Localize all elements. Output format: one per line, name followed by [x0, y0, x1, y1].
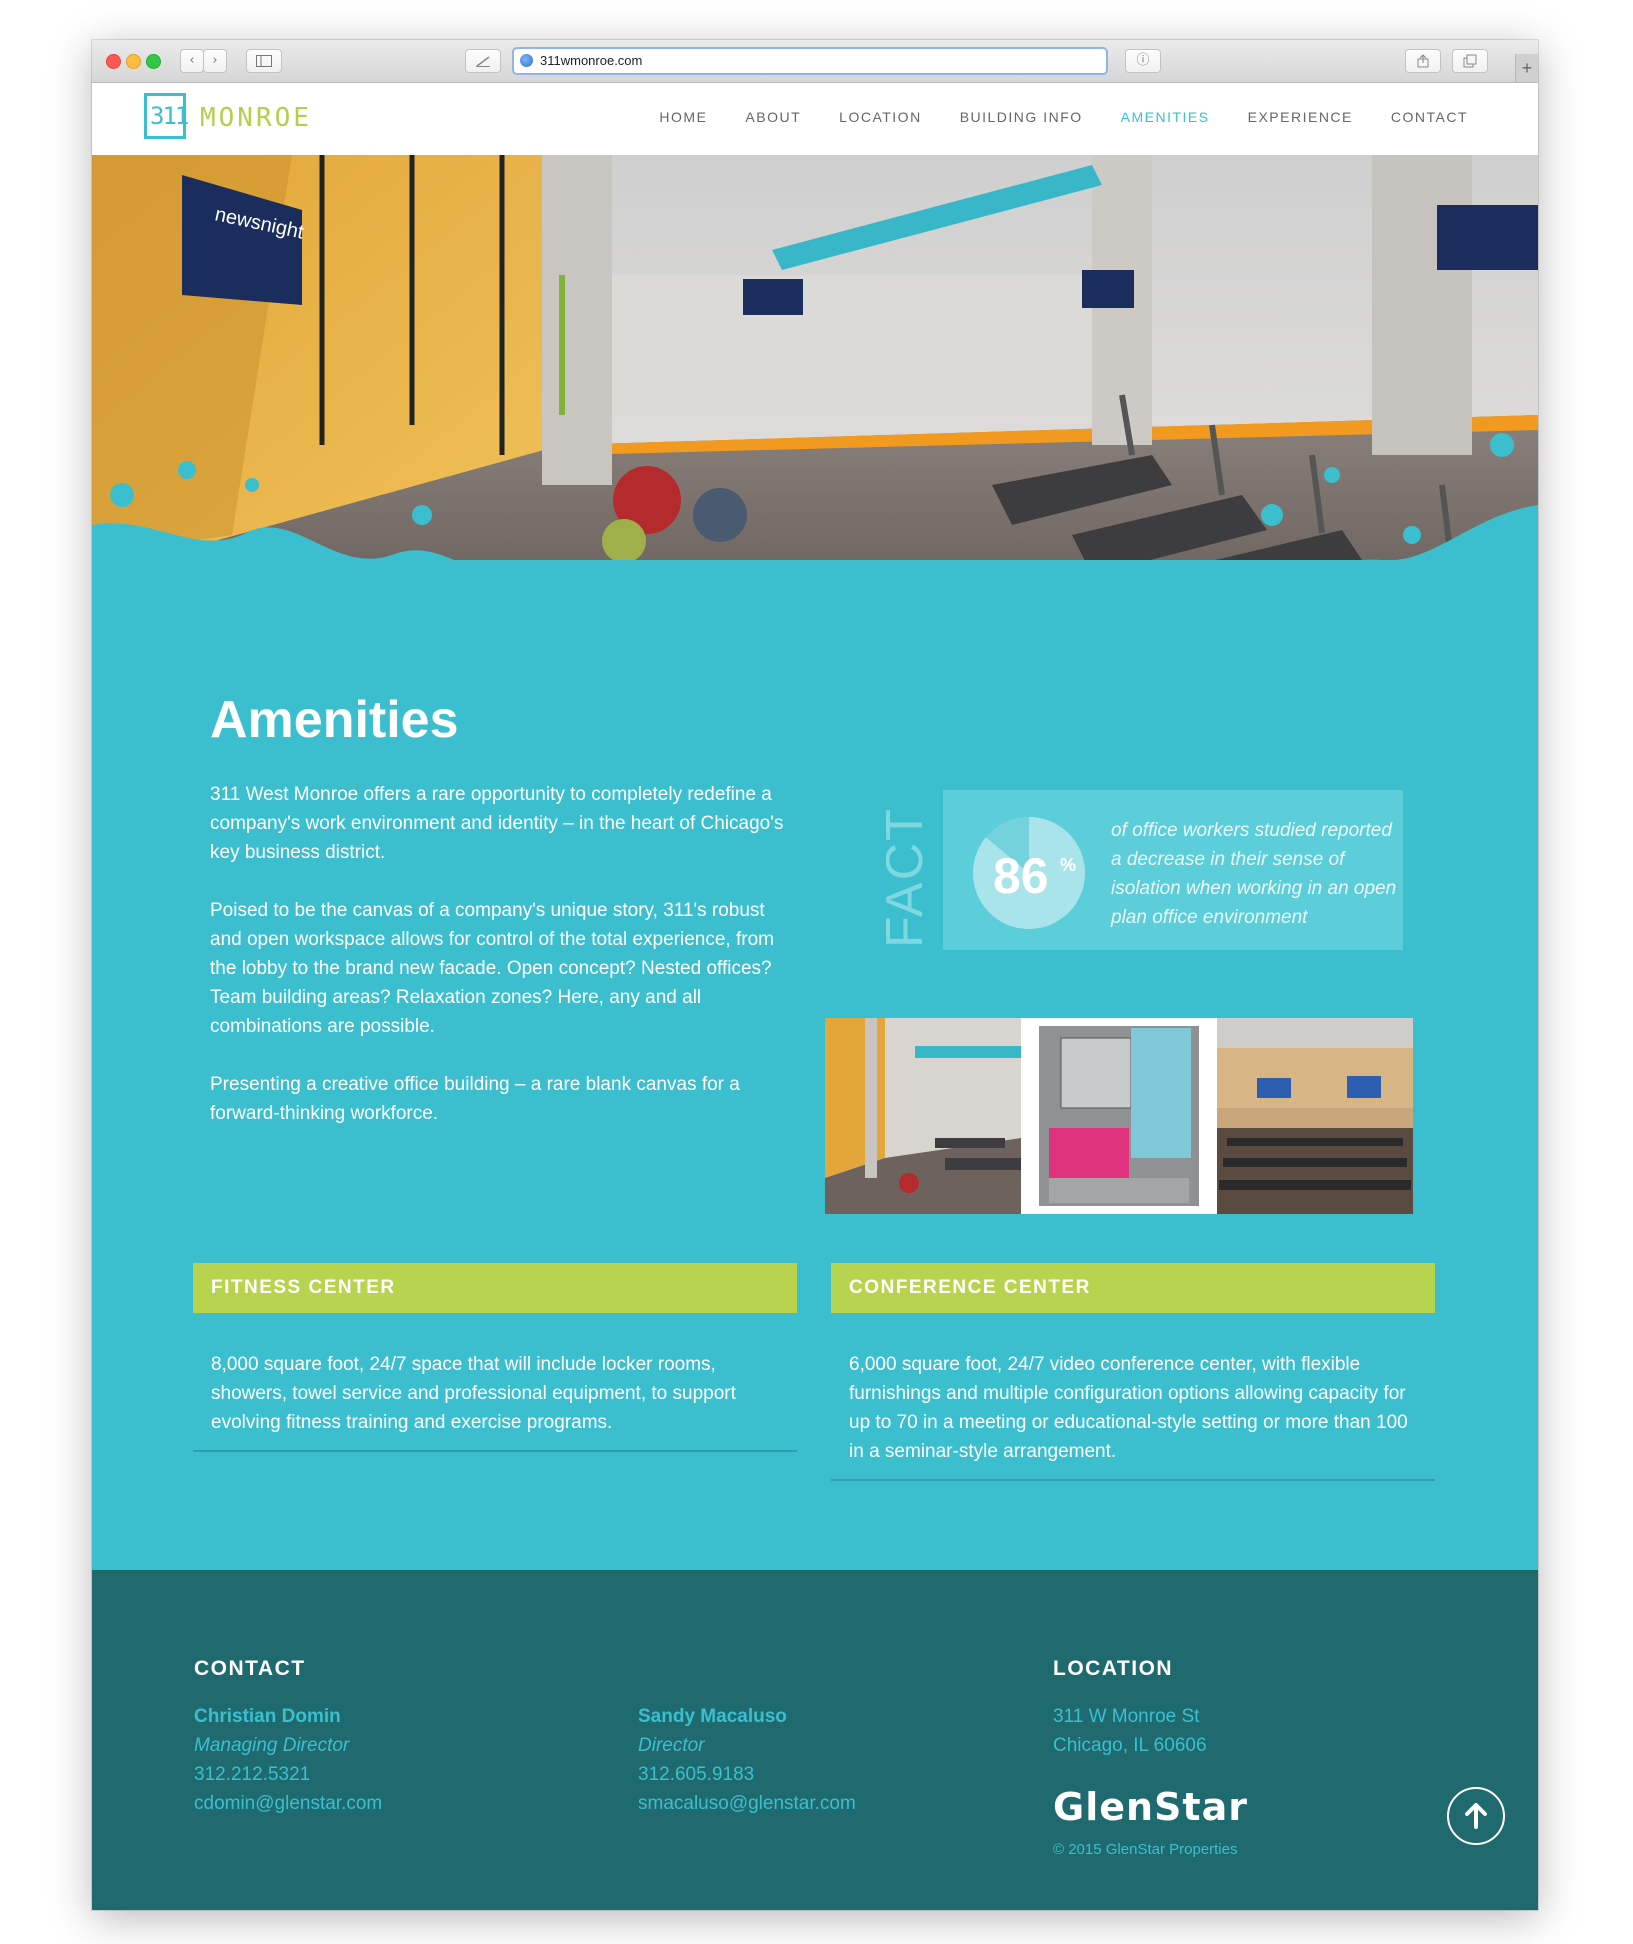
thumbnail-floor-plan[interactable] [1021, 1018, 1217, 1214]
nav-home[interactable]: HOME [659, 109, 707, 125]
svg-text:FACT: FACT [886, 807, 926, 948]
fact-card: 86 % of office workers studied reported … [943, 790, 1403, 950]
fitness-thumbnail-image [825, 1018, 1021, 1214]
intro-paragraph: Presenting a creative office building – … [210, 1074, 740, 1124]
nav-about[interactable]: ABOUT [745, 109, 801, 125]
nav-amenities[interactable]: AMENITIES [1121, 109, 1210, 125]
share-button[interactable] [1405, 49, 1441, 73]
nav-experience[interactable]: EXPERIENCE [1248, 109, 1353, 125]
fact-value: 86 [993, 848, 1049, 904]
plus-icon: + [1521, 58, 1533, 78]
contact-role: Managing Director [194, 1735, 350, 1756]
minimize-window-button[interactable] [126, 54, 141, 69]
fact-label-vertical: FACT [886, 807, 926, 948]
nav-building-info[interactable]: BUILDING INFO [960, 109, 1083, 125]
arrow-up-icon [1465, 1803, 1487, 1829]
thumbnail-fitness[interactable] [825, 1018, 1021, 1214]
browser-toolbar: ‹ › 311wmonroe.com ⓘ + [92, 40, 1538, 83]
address-line[interactable]: 311 W Monroe St [1053, 1702, 1207, 1731]
address-bar[interactable]: 311wmonroe.com [512, 47, 1108, 75]
main-nav: HOME ABOUT LOCATION BUILDING INFO AMENIT… [659, 109, 1468, 125]
fact-callout: FACT 86 % of office workers studied repo… [886, 790, 1404, 950]
address: 311 W Monroe St Chicago, IL 60606 [1053, 1702, 1207, 1760]
back-button[interactable]: ‹ [180, 49, 204, 73]
forward-button[interactable]: › [203, 49, 227, 73]
info-icon: ⓘ [1136, 53, 1150, 68]
sidebar-button[interactable] [246, 49, 282, 73]
fact-text: of office workers studied reported a dec… [1111, 820, 1397, 928]
sidebar-icon [256, 55, 272, 67]
site-info-button[interactable]: ⓘ [1125, 49, 1161, 73]
copyright-text: © 2015 GlenStar Properties [1053, 1841, 1238, 1858]
zoom-window-button[interactable] [146, 54, 161, 69]
logo-number: 311 [150, 102, 189, 130]
intro-paragraph: 311 West Monroe offers a rare opportunit… [210, 784, 784, 863]
browser-window: ‹ › 311wmonroe.com ⓘ + 311 MONROE HOME A… [92, 40, 1538, 1910]
chevron-right-icon: › [212, 53, 218, 68]
chevron-left-icon: ‹ [189, 53, 195, 68]
divider [193, 1450, 797, 1452]
globe-icon [520, 54, 533, 67]
reader-button[interactable] [465, 49, 501, 73]
intro-text: 311 West Monroe offers a rare opportunit… [210, 780, 800, 1157]
divider [831, 1479, 1435, 1481]
panel-body: 8,000 square foot, 24/7 space that will … [211, 1354, 736, 1433]
contact-phone[interactable]: 312.605.9183 [638, 1760, 856, 1789]
logo-name: MONROE [200, 103, 312, 133]
pencil-icon [476, 56, 490, 67]
share-icon [1417, 54, 1429, 68]
contact-name: Sandy Macaluso [638, 1706, 787, 1727]
floor-plan-image [1021, 1018, 1217, 1214]
panel-title: FITNESS CENTER [193, 1263, 797, 1313]
page-title: Amenities [210, 691, 459, 749]
contact-card: Christian Domin Managing Director 312.21… [194, 1702, 382, 1818]
nav-contact[interactable]: CONTACT [1391, 109, 1468, 125]
contact-phone[interactable]: 312.212.5321 [194, 1760, 382, 1789]
new-tab-button[interactable]: + [1515, 54, 1538, 82]
close-window-button[interactable] [106, 54, 121, 69]
conference-center-panel: CONFERENCE CENTER 6,000 square foot, 24/… [831, 1263, 1435, 1481]
contact-heading: CONTACT [194, 1657, 306, 1680]
location-heading: LOCATION [1053, 1657, 1174, 1680]
contact-email[interactable]: smacaluso@glenstar.com [638, 1789, 856, 1818]
percent-sign: % [1060, 855, 1077, 875]
nav-location[interactable]: LOCATION [839, 109, 922, 125]
contact-name: Christian Domin [194, 1706, 341, 1727]
glenstar-logo: GlenStar [1053, 1785, 1248, 1829]
contact-card: Sandy Macaluso Director 312.605.9183 sma… [638, 1702, 856, 1818]
intro-paragraph: Poised to be the canvas of a company's u… [210, 900, 774, 1037]
address-line[interactable]: Chicago, IL 60606 [1053, 1731, 1207, 1760]
panel-title: CONFERENCE CENTER [831, 1263, 1435, 1313]
tabs-icon [1463, 54, 1477, 68]
amenity-thumbnails [825, 1018, 1413, 1214]
contact-role: Director [638, 1735, 705, 1756]
site-header: 311 MONROE HOME ABOUT LOCATION BUILDING … [92, 83, 1538, 155]
url-text: 311wmonroe.com [540, 53, 643, 68]
thumbnail-conference[interactable] [1217, 1018, 1413, 1214]
back-to-top-button[interactable] [1447, 1787, 1505, 1845]
panel-body: 6,000 square foot, 24/7 video conference… [849, 1354, 1408, 1462]
conference-thumbnail-image [1217, 1018, 1413, 1214]
tabs-button[interactable] [1452, 49, 1488, 73]
percent-circle: 86 % [973, 817, 1085, 929]
fitness-center-panel: FITNESS CENTER 8,000 square foot, 24/7 s… [193, 1263, 797, 1452]
contact-email[interactable]: cdomin@glenstar.com [194, 1789, 382, 1818]
